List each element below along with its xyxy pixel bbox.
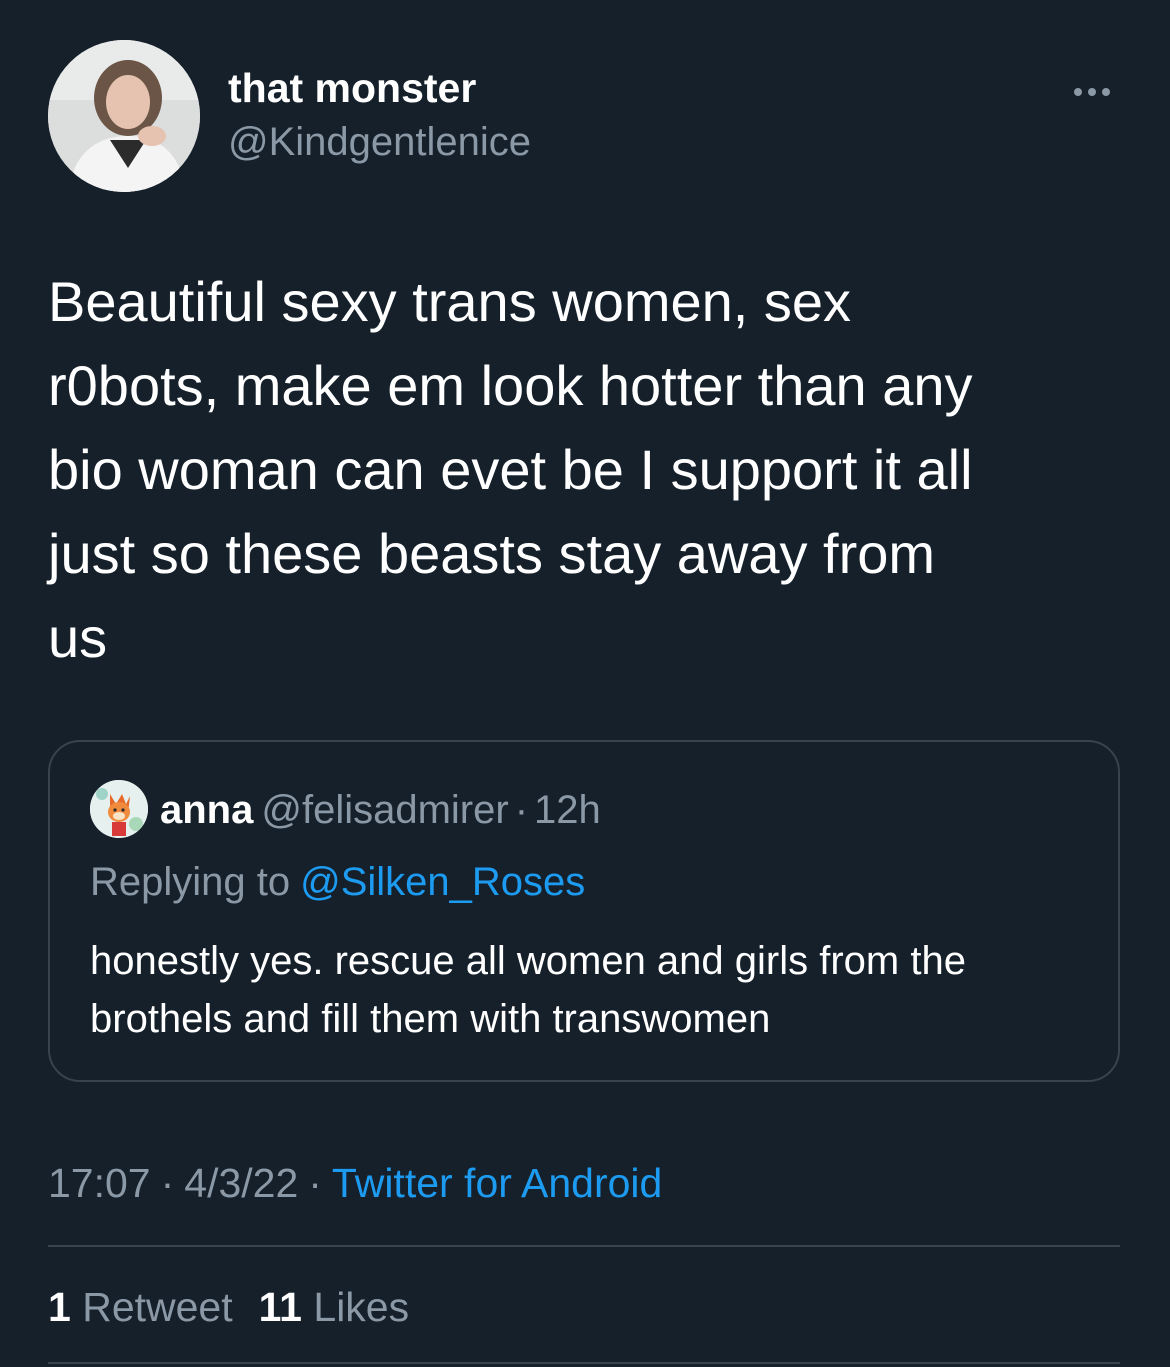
replying-to-line: Replying to @Silken_Roses <box>90 858 585 906</box>
cartoon-avatar-icon <box>90 780 148 838</box>
quoted-header: anna @felisadmirer · 12h <box>160 786 601 834</box>
retweets-count: 1 <box>48 1284 71 1330</box>
tweet-time[interactable]: 17:07 <box>48 1160 151 1206</box>
tweet-stats: 1 Retweet 11 Likes <box>48 1282 435 1332</box>
author-handle[interactable]: @Kindgentlenice <box>228 118 531 166</box>
quoted-tweet[interactable]: anna @felisadmirer · 12h Replying to @Silken… <box>48 740 1120 1082</box>
meta-separator: · <box>160 1160 175 1206</box>
likes-label: Likes <box>313 1284 410 1330</box>
likes-count: 11 <box>258 1284 302 1330</box>
divider <box>48 1362 1120 1364</box>
tweet-detail: that monster @Kindgentlenice Beautiful s… <box>0 0 1170 1367</box>
quoted-separator: · <box>514 788 529 832</box>
retweets-label: Retweet <box>82 1284 233 1330</box>
replying-to-prefix: Replying to <box>90 860 291 904</box>
more-options-icon[interactable] <box>1060 72 1124 112</box>
profile-photo-avatar-icon <box>48 40 200 192</box>
quoted-author-avatar[interactable] <box>90 780 148 838</box>
author-display-name[interactable]: that monster <box>228 64 476 112</box>
replying-to-mention[interactable]: @Silken_Roses <box>300 860 585 904</box>
tweet-source[interactable]: Twitter for Android <box>332 1160 662 1206</box>
quoted-timestamp[interactable]: 12h <box>534 788 601 832</box>
quoted-display-name[interactable]: anna <box>160 788 253 832</box>
more-dot <box>1102 88 1110 96</box>
quoted-tweet-text: honestly yes. rescue all women and girls… <box>90 939 966 1041</box>
author-avatar[interactable] <box>48 40 200 192</box>
retweets-stat[interactable]: 1 Retweet <box>48 1284 233 1330</box>
tweet-date[interactable]: 4/3/22 <box>184 1160 298 1206</box>
tweet-meta: 17:07 · 4/3/22 · Twitter for Android <box>48 1158 662 1208</box>
meta-separator: · <box>308 1160 322 1206</box>
divider <box>48 1245 1120 1247</box>
more-dot <box>1088 88 1096 96</box>
likes-stat[interactable]: 11 Likes <box>259 1284 409 1330</box>
more-dot <box>1074 88 1082 96</box>
tweet-text: Beautiful sexy trans women, sex r0bots, … <box>48 270 973 669</box>
quoted-handle[interactable]: @felisadmirer <box>261 788 508 832</box>
